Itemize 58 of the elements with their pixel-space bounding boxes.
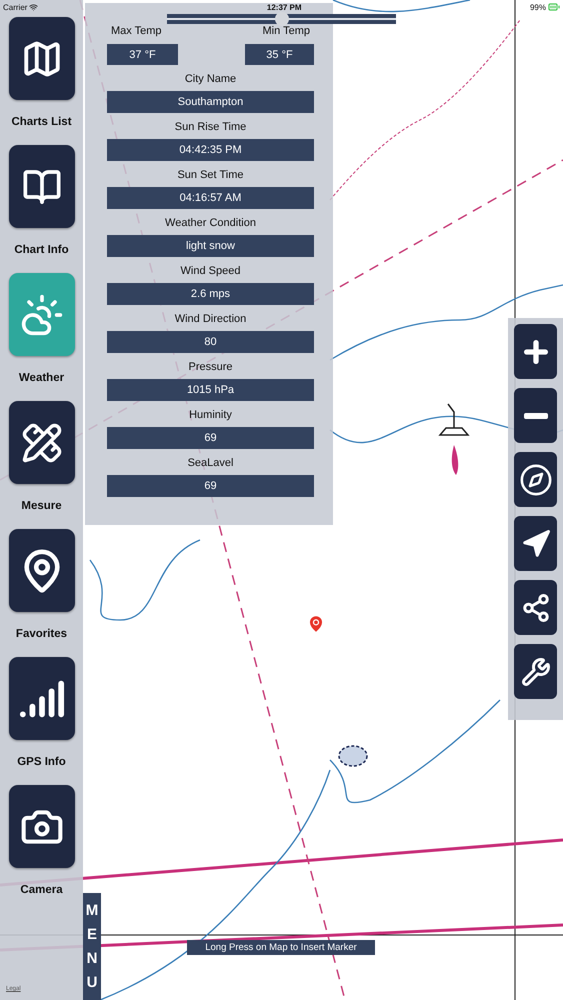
wifi-icon (29, 2, 38, 12)
menu-tile-button[interactable] (8, 529, 74, 612)
temperature-slider[interactable] (167, 14, 396, 24)
menu-label: Mesure (21, 500, 62, 512)
menu-tile-button[interactable] (8, 785, 74, 868)
field-value: 69 (107, 475, 314, 497)
menu-tile-button[interactable] (8, 17, 74, 100)
field-value: 04:16:57 AM (107, 187, 314, 209)
field-value: 69 (107, 427, 314, 449)
menu-label: Chart Info (14, 244, 69, 256)
menu-tile-button[interactable] (8, 145, 74, 228)
menu-label: Camera (20, 884, 63, 896)
pencil-ruler-icon (20, 422, 62, 464)
min-temp-value: 35 °F (245, 44, 314, 65)
min-temp-label: Min Temp (262, 25, 310, 37)
navigation-arrow-icon (520, 528, 550, 558)
field-value: 04:42:35 PM (107, 139, 314, 161)
field-label: Huminity (189, 409, 232, 423)
field-label: Wind Speed (180, 265, 240, 279)
battery-icon (548, 1, 560, 13)
menu-label: GPS Info (17, 756, 66, 768)
menu-tile-button[interactable] (8, 401, 74, 484)
settings-button[interactable] (514, 644, 557, 699)
max-temp-label: Max Temp (111, 25, 162, 37)
menu-label: Favorites (16, 628, 68, 640)
field-label: Sun Rise Time (174, 121, 246, 135)
zoom-in-button[interactable] (514, 324, 557, 379)
menu-label: Weather (18, 372, 64, 384)
field-value: 2.6 mps (107, 283, 314, 305)
hint-banner: Long Press on Map to Insert Marker (187, 940, 375, 955)
menu-tile-button[interactable] (8, 273, 74, 356)
carrier-text: Carrier (3, 2, 28, 12)
zoom-out-button[interactable] (514, 388, 557, 443)
locate-button[interactable] (514, 516, 557, 571)
battery-percent: 99% (530, 2, 546, 12)
zoom-out-icon (524, 412, 548, 418)
field-value: 80 (107, 331, 314, 353)
field-label: SeaLavel (188, 457, 234, 471)
field-label: City Name (184, 73, 236, 87)
menu-tab[interactable]: MENU (83, 893, 101, 1000)
compass-icon (518, 462, 552, 496)
status-time: 12:37 PM (266, 2, 302, 12)
field-value: light snow (107, 235, 314, 257)
share-button[interactable] (514, 580, 557, 635)
max-temp-value: 37 °F (107, 44, 178, 65)
sun-cloud-icon (20, 292, 64, 336)
menu-tile-button[interactable] (8, 657, 74, 740)
field-label: Sun Set Time (177, 169, 244, 183)
field-label: Weather Condition (165, 217, 256, 231)
field-value: Southampton (107, 91, 314, 113)
share-icon (520, 592, 550, 622)
field-value: 1015 hPa (107, 379, 314, 401)
field-label: Pressure (188, 361, 233, 375)
field-label: Wind Direction (174, 313, 246, 327)
menu-label: Charts List (11, 116, 72, 128)
compass-button[interactable] (514, 452, 557, 507)
slider-thumb[interactable] (274, 12, 288, 26)
wrench-icon (520, 656, 550, 686)
